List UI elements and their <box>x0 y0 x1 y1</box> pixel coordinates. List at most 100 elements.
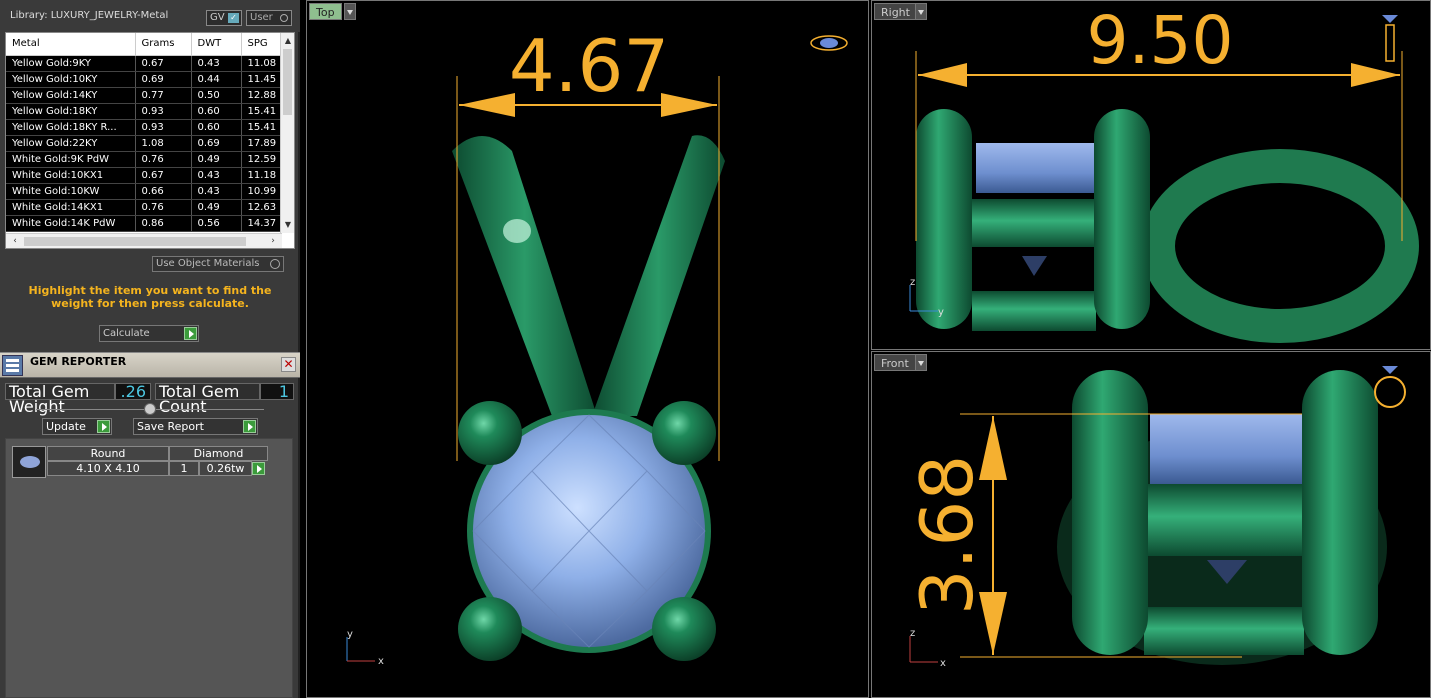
gem-weight: 0.26tw <box>199 461 252 476</box>
gem-reporter-title: GEM REPORTER <box>30 355 127 368</box>
table-row[interactable]: Yellow Gold:9KY 0.67 0.43 11.08 <box>6 55 286 72</box>
table-row[interactable]: Yellow Gold:22KY 1.08 0.69 17.89 <box>6 135 286 152</box>
prong-cylinder <box>916 109 972 329</box>
table-cell: Yellow Gold:22KY <box>6 135 136 152</box>
hint-text: Highlight the item you want to find the … <box>28 284 272 310</box>
use-object-materials-toggle[interactable]: Use Object Materials <box>152 256 284 272</box>
table-row[interactable]: Yellow Gold:18KY R... 0.93 0.60 15.41 <box>6 119 286 136</box>
table-cell: 0.67 <box>135 167 192 184</box>
table-cell: 12.63 <box>241 199 286 216</box>
slider-handle[interactable] <box>144 403 156 415</box>
table-cell: 12.59 <box>241 151 286 168</box>
table-cell: 0.49 <box>191 151 242 168</box>
viewport-right[interactable]: 9.50 z y Right <box>871 0 1431 350</box>
axis-y-label: y <box>938 307 944 318</box>
scroll-left-icon[interactable]: ‹ <box>8 234 22 248</box>
view-orientation-icon[interactable] <box>1382 15 1398 23</box>
save-report-button[interactable]: Save Report <box>133 418 258 435</box>
viewport-menu-icon[interactable] <box>915 354 927 371</box>
table-cell: 0.49 <box>191 199 242 216</box>
library-header: Library: LUXURY_JEWELRY-Metal GV ✓ User <box>0 0 300 32</box>
close-icon[interactable]: ✕ <box>281 357 296 372</box>
radio-icon <box>280 14 288 22</box>
library-title: Library: LUXURY_JEWELRY-Metal <box>10 10 169 21</box>
gem-list: Round Diamond 4.10 X 4.10 1 0.26tw <box>5 438 293 698</box>
table-cell: Yellow Gold:10KY <box>6 71 136 88</box>
total-gem-weight-label: Total Gem Weight <box>5 383 115 415</box>
dimension-length-label: 9.50 <box>1087 2 1234 79</box>
table-cell: Yellow Gold:9KY <box>6 55 136 72</box>
table-row[interactable]: White Gold:14K PdW 0.86 0.56 14.37 <box>6 215 286 232</box>
prong <box>652 401 716 465</box>
table-cell: 10.99 <box>241 183 286 200</box>
scroll-down-icon[interactable]: ▼ <box>281 219 294 231</box>
scroll-up-icon[interactable]: ▲ <box>281 35 294 47</box>
gv-label: GV <box>210 12 225 23</box>
column-header-spg[interactable]: SPG <box>241 33 286 56</box>
viewport-menu-icon[interactable] <box>344 3 356 20</box>
view-orientation-icon[interactable] <box>1374 376 1406 408</box>
gem-front <box>1150 414 1302 484</box>
viewport-front[interactable]: 3.68 z x Front <box>871 351 1431 698</box>
table-row[interactable]: White Gold:9K PdW 0.76 0.49 12.59 <box>6 151 286 168</box>
calculate-button[interactable]: Calculate <box>99 325 199 342</box>
table-cell: White Gold:9K PdW <box>6 151 136 168</box>
table-row[interactable]: White Gold:10KW 0.66 0.43 10.99 <box>6 183 286 200</box>
gem-reporter-header: GEM REPORTER ✕ <box>0 352 300 378</box>
table-row[interactable]: Yellow Gold:18KY 0.93 0.60 15.41 <box>6 103 286 120</box>
right-view-canvas: 9.50 z y <box>909 2 1419 343</box>
table-cell: 0.44 <box>191 71 242 88</box>
metal-table: Metal Grams DWT SPG Yellow Gold:9KY 0.67 0… <box>5 32 295 249</box>
bail-left <box>452 136 597 416</box>
gem-side <box>976 143 1094 193</box>
viewport-front-label[interactable]: Front <box>874 354 916 371</box>
checkbox-icon: ✓ <box>228 13 239 23</box>
table-cell: 11.08 <box>241 55 286 72</box>
gem-count: 1 <box>169 461 199 476</box>
total-gem-weight-value: .26 <box>115 383 151 400</box>
table-cell: 17.89 <box>241 135 286 152</box>
table-cell: White Gold:10KX1 <box>6 167 136 184</box>
table-cell: White Gold:14K PdW <box>6 215 136 232</box>
play-icon <box>243 420 256 433</box>
table-cell: 0.66 <box>135 183 192 200</box>
viewport-right-label[interactable]: Right <box>874 3 917 20</box>
table-cell: 0.43 <box>191 55 242 72</box>
scroll-thumb-horizontal[interactable] <box>24 237 246 246</box>
play-icon <box>97 420 110 433</box>
table-row[interactable]: Yellow Gold:14KY 0.77 0.50 12.88 <box>6 87 286 104</box>
table-cell: White Gold:14KX1 <box>6 199 136 216</box>
calculate-label: Calculate <box>103 328 150 339</box>
table-cell: 11.18 <box>241 167 286 184</box>
viewport-menu-icon[interactable] <box>915 3 927 20</box>
axis-z-label: z <box>910 277 915 288</box>
user-toggle[interactable]: User <box>246 10 292 26</box>
scroll-thumb[interactable] <box>283 49 292 115</box>
gem-play-icon[interactable] <box>252 462 265 475</box>
table-row[interactable]: Yellow Gold:10KY 0.69 0.44 11.45 <box>6 71 286 88</box>
prong-cylinder <box>1302 370 1378 655</box>
table-cell: 0.76 <box>135 151 192 168</box>
table-row[interactable]: White Gold:14KX1 0.76 0.49 12.63 <box>6 199 286 216</box>
user-label: User <box>250 12 273 23</box>
table-vertical-scrollbar[interactable]: ▲ ▼ <box>280 33 294 233</box>
viewport-top-label[interactable]: Top <box>309 3 342 20</box>
play-icon <box>184 327 197 340</box>
table-row[interactable]: White Gold:10KX1 0.67 0.43 11.18 <box>6 167 286 184</box>
scroll-right-icon[interactable]: › <box>266 234 280 248</box>
prong-cylinder <box>1072 370 1148 655</box>
table-cell: 0.93 <box>135 103 192 120</box>
gv-toggle[interactable]: GV ✓ <box>206 10 242 26</box>
table-cell: 0.67 <box>135 55 192 72</box>
axis-y-label: y <box>347 629 353 640</box>
column-header-dwt[interactable]: DWT <box>191 33 242 56</box>
axis-z-label: z <box>910 628 915 639</box>
column-header-grams[interactable]: Grams <box>135 33 192 56</box>
table-horizontal-scrollbar[interactable]: ‹ › <box>6 233 282 248</box>
update-button[interactable]: Update <box>42 418 112 435</box>
bail-loop <box>1141 149 1419 343</box>
viewport-top[interactable]: 4.67 y x Top <box>306 0 869 698</box>
column-header-metal[interactable]: Metal <box>6 33 136 56</box>
axis-x-label: x <box>378 656 384 667</box>
save-report-label: Save Report <box>137 420 204 433</box>
